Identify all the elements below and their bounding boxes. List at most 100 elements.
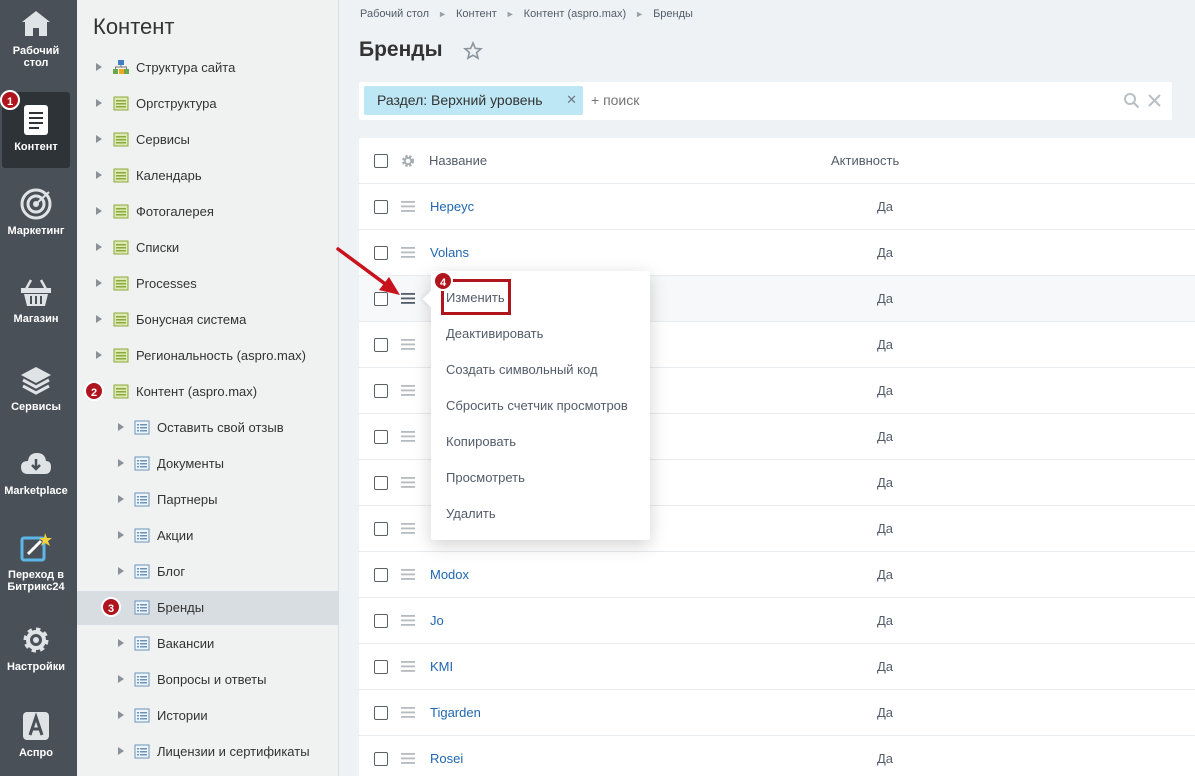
expand-arrow-icon[interactable] <box>118 495 124 503</box>
expand-arrow-icon[interactable] <box>96 135 102 143</box>
rail-item-marketplace[interactable]: Marketplace <box>2 448 70 500</box>
expand-arrow-icon[interactable] <box>96 351 102 359</box>
tree-item[interactable]: Акции <box>77 519 338 553</box>
row-checkbox[interactable] <box>374 384 388 398</box>
tree-item[interactable]: Партнеры <box>77 483 338 517</box>
brand-name-link[interactable]: Rosei <box>430 751 463 766</box>
menu-item[interactable]: Сбросить счетчик просмотров <box>446 398 628 413</box>
rail-item-desktop[interactable]: Рабочий стол <box>2 8 70 78</box>
breadcrumb-item[interactable]: Контент (aspro.max) <box>524 8 626 20</box>
expand-arrow-icon[interactable] <box>118 531 124 539</box>
tree-item[interactable]: Структура сайта <box>77 51 338 85</box>
breadcrumb-item[interactable]: Бренды <box>653 8 693 20</box>
expand-arrow-icon[interactable] <box>118 567 124 575</box>
tree-item[interactable]: Бренды 3 <box>77 591 338 625</box>
row-checkbox[interactable] <box>374 614 388 628</box>
tree-item[interactable]: Контент (aspro.max) 2 <box>77 375 338 409</box>
table-row[interactable]: Volans Да <box>359 230 1195 276</box>
chip-close-icon[interactable]: ✕ <box>566 92 577 108</box>
row-checkbox[interactable] <box>374 476 388 490</box>
menu-item[interactable]: Копировать <box>446 434 516 449</box>
expand-arrow-icon[interactable] <box>118 711 124 719</box>
tree-item[interactable]: Фотогалерея <box>77 195 338 229</box>
expand-arrow-icon[interactable] <box>96 207 102 215</box>
tree-item[interactable]: Вопросы и ответы <box>77 663 338 697</box>
tree-item[interactable]: Оргструктура <box>77 87 338 121</box>
breadcrumb-item[interactable]: Контент <box>456 8 497 20</box>
row-menu-icon[interactable] <box>401 385 415 396</box>
brand-name-link[interactable]: Modox <box>430 567 469 582</box>
expand-arrow-icon[interactable] <box>96 243 102 251</box>
gear-icon[interactable] <box>401 154 415 168</box>
table-row[interactable]: Jo Да <box>359 598 1195 644</box>
row-menu-icon[interactable] <box>401 753 415 764</box>
expand-arrow-icon[interactable] <box>118 459 124 467</box>
row-checkbox[interactable] <box>374 752 388 766</box>
star-icon[interactable] <box>463 41 483 61</box>
tree-item[interactable]: Лицензии и сертификаты <box>77 735 338 769</box>
brand-name-link[interactable]: Jo <box>430 613 444 628</box>
brand-name-link[interactable]: Hepeyc <box>430 199 474 214</box>
filter-chip[interactable]: Раздел: Верхний уровень ✕ <box>364 86 583 115</box>
tree-item[interactable]: Региональность (aspro.max) <box>77 339 338 373</box>
expand-arrow-icon[interactable] <box>118 747 124 755</box>
expand-arrow-icon[interactable] <box>96 279 102 287</box>
expand-arrow-icon[interactable] <box>118 639 124 647</box>
tree-item[interactable]: Оставить свой отзыв <box>77 411 338 445</box>
row-menu-icon[interactable] <box>401 431 415 442</box>
brand-name-link[interactable]: Tigarden <box>430 705 481 720</box>
row-menu-icon[interactable] <box>401 707 415 718</box>
rail-item-services[interactable]: Сервисы <box>2 364 70 416</box>
rail-item-aspro[interactable]: Аспро <box>2 710 70 762</box>
column-header-name[interactable]: Название <box>429 153 487 168</box>
row-menu-icon[interactable] <box>401 661 415 672</box>
rail-item-marketing[interactable]: Маркетинг <box>2 188 70 240</box>
tree-item[interactable]: Списки <box>77 231 338 265</box>
row-checkbox[interactable] <box>374 338 388 352</box>
menu-item[interactable]: Удалить <box>446 506 496 521</box>
brand-name-link[interactable]: Volans <box>430 245 469 260</box>
expand-arrow-icon[interactable] <box>96 99 102 107</box>
row-menu-icon[interactable] <box>401 615 415 626</box>
table-row[interactable]: KMI Да <box>359 644 1195 690</box>
tree-item[interactable]: Вакансии <box>77 627 338 661</box>
search-icon[interactable] <box>1123 92 1140 109</box>
table-row[interactable]: Hepeyc Да <box>359 184 1195 230</box>
menu-item[interactable]: Создать символьный код <box>446 362 598 377</box>
row-checkbox[interactable] <box>374 522 388 536</box>
row-menu-icon[interactable] <box>401 201 415 212</box>
row-menu-icon[interactable] <box>401 569 415 580</box>
rail-item-bitrix24[interactable]: Переход в Битрикс24 <box>2 532 70 598</box>
row-checkbox[interactable] <box>374 430 388 444</box>
column-header-active[interactable]: Активность <box>831 153 899 168</box>
row-menu-icon[interactable] <box>401 339 415 350</box>
tree-item[interactable]: Истории <box>77 699 338 733</box>
expand-arrow-icon[interactable] <box>96 171 102 179</box>
table-row[interactable]: Rosei Да <box>359 736 1195 776</box>
expand-arrow-icon[interactable] <box>118 675 124 683</box>
select-all-checkbox[interactable] <box>374 154 388 168</box>
table-row[interactable]: Tigarden Да <box>359 690 1195 736</box>
brand-name-link[interactable]: KMI <box>430 659 453 674</box>
expand-arrow-icon[interactable] <box>118 423 124 431</box>
breadcrumb-item[interactable]: Рабочий стол <box>360 8 429 20</box>
tree-item[interactable]: Бонусная система <box>77 303 338 337</box>
tree-item[interactable]: Документы <box>77 447 338 481</box>
rail-item-shop[interactable]: Магазин <box>2 276 70 328</box>
table-row[interactable]: Modox Да <box>359 552 1195 598</box>
row-checkbox[interactable] <box>374 200 388 214</box>
row-menu-icon[interactable] <box>401 477 415 488</box>
row-menu-icon[interactable] <box>401 523 415 534</box>
menu-item[interactable]: Просмотреть <box>446 470 525 485</box>
close-icon[interactable] <box>1147 93 1162 108</box>
tree-item[interactable]: Блог <box>77 555 338 589</box>
row-checkbox[interactable] <box>374 568 388 582</box>
expand-arrow-icon[interactable] <box>96 63 102 71</box>
tree-item[interactable]: Календарь <box>77 159 338 193</box>
rail-item-settings[interactable]: Настройки <box>2 624 70 676</box>
expand-arrow-icon[interactable] <box>96 315 102 323</box>
tree-item[interactable]: Сервисы <box>77 123 338 157</box>
search-input[interactable] <box>591 92 1091 108</box>
row-checkbox[interactable] <box>374 706 388 720</box>
tree-item[interactable]: Processes <box>77 267 338 301</box>
